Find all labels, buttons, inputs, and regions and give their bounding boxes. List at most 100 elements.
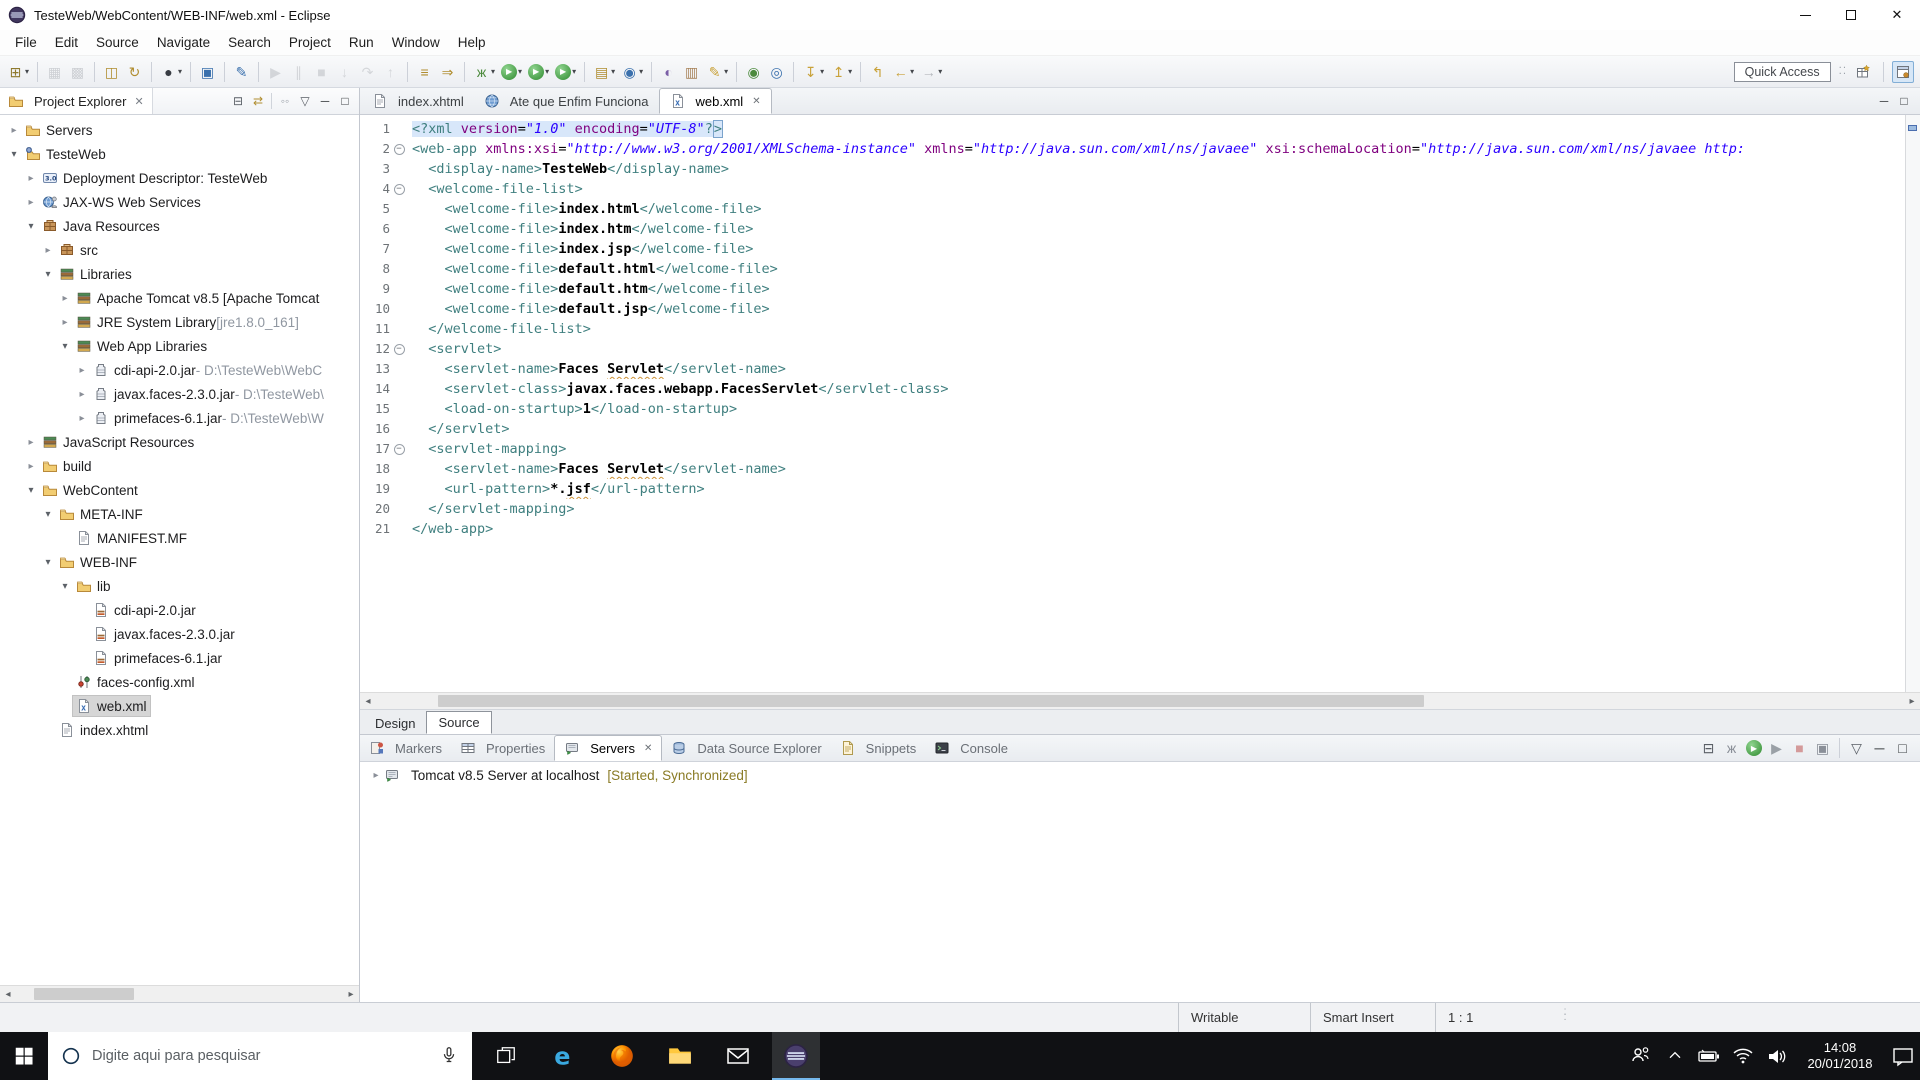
code-line-19[interactable]: 19 <url-pattern>*.jsf</url-pattern> — [360, 479, 1905, 499]
close-tab-icon[interactable]: ✕ — [752, 96, 760, 107]
tree-item-libraries[interactable]: ▾ Libraries — [0, 262, 359, 286]
dropdown-arrow-icon[interactable]: ▾ — [724, 67, 728, 76]
tree-item-servers[interactable]: ▸ Servers — [0, 118, 359, 142]
task-view-button[interactable] — [482, 1032, 530, 1080]
run-last-button[interactable]: ≡ — [414, 60, 435, 84]
close-view-icon[interactable]: ✕ — [134, 95, 143, 108]
tree-item-meta-inf[interactable]: ▾ META-INF — [0, 502, 359, 526]
firefox-icon[interactable] — [598, 1032, 646, 1080]
save-all-button[interactable]: ▩ — [67, 60, 88, 84]
code-line-17[interactable]: 17− <servlet-mapping> — [360, 439, 1905, 459]
tree-expand-icon[interactable]: ▸ — [74, 389, 90, 400]
tree-item-build[interactable]: ▸ build — [0, 454, 359, 478]
tree-item-deployment-descriptor-testeweb[interactable]: ▸ 3.0 Deployment Descriptor: TesteWeb — [0, 166, 359, 190]
tab-source[interactable]: Source — [426, 711, 492, 734]
scroll-right-icon[interactable]: ▸ — [1904, 696, 1920, 707]
code-line-11[interactable]: 11 </welcome-file-list> — [360, 319, 1905, 339]
tree-expand-icon[interactable]: ▸ — [40, 245, 56, 256]
menu-edit[interactable]: Edit — [46, 32, 87, 53]
taskbar-clock[interactable]: 14:08 20/01/2018 — [1794, 1040, 1886, 1072]
tree-expand-icon[interactable]: ▾ — [57, 341, 73, 352]
minimize-icon[interactable]: ─ — [1874, 91, 1894, 111]
web-service-button[interactable]: ◉ ▾ — [619, 60, 645, 84]
tree-item-cdi-api-2-0-jar[interactable]: cdi-api-2.0.jar — [0, 598, 359, 622]
code-line-5[interactable]: 5 <welcome-file>index.html</welcome-file… — [360, 199, 1905, 219]
fold-collapse-icon[interactable]: − — [393, 343, 405, 355]
taskbar-search-box[interactable]: Digite aqui para pesquisar — [48, 1032, 472, 1080]
export-button[interactable]: ↥ ▾ — [828, 60, 854, 84]
code-line-7[interactable]: 7 <welcome-file>index.jsp</welcome-file> — [360, 239, 1905, 259]
dropdown-arrow-icon[interactable]: ▾ — [572, 67, 576, 76]
edge-browser-icon[interactable]: e — [540, 1032, 588, 1080]
collapse-all-button[interactable]: ⊟ — [1698, 736, 1719, 760]
run-on-server-button[interactable]: ▶ ▾ — [526, 60, 551, 84]
overview-ruler[interactable] — [1905, 115, 1920, 692]
import-button[interactable]: ↧ ▾ — [800, 60, 826, 84]
microphone-icon[interactable] — [438, 1045, 460, 1067]
dropdown-arrow-icon[interactable]: ▾ — [518, 67, 522, 76]
tree-item-manifest-mf[interactable]: MANIFEST.MF — [0, 526, 359, 550]
code-line-12[interactable]: 12− <servlet> — [360, 339, 1905, 359]
tree-item-javax-faces-2-3-0-jar[interactable]: javax.faces-2.3.0.jar — [0, 622, 359, 646]
run-button[interactable]: ▶ ▾ — [499, 60, 524, 84]
tree-expand-icon[interactable]: ▸ — [74, 413, 90, 424]
fold-column[interactable]: − — [390, 339, 408, 359]
debug-button[interactable]: ж ▾ — [471, 60, 497, 84]
profile-button[interactable]: ▶ ▾ — [553, 60, 578, 84]
publish-button[interactable]: ▣ — [1812, 736, 1833, 760]
fold-collapse-icon[interactable]: − — [393, 183, 405, 195]
view-menu-icon[interactable]: ▽ — [295, 91, 315, 111]
tree-item-primefaces-6-1-jar[interactable]: ▸ primefaces-6.1.jar - D:\TesteWeb\W — [0, 406, 359, 430]
code-line-9[interactable]: 9 <welcome-file>default.htm</welcome-fil… — [360, 279, 1905, 299]
tree-item-apache-tomcat-v8-5-apache-tomcat[interactable]: ▸ Apache Tomcat v8.5 [Apache Tomcat — [0, 286, 359, 310]
quick-access-box[interactable]: Quick Access — [1733, 61, 1831, 82]
maximize-button[interactable] — [1828, 0, 1874, 30]
tab-design[interactable]: Design — [364, 713, 426, 734]
external-browser-button[interactable]: ◎ — [766, 60, 787, 84]
dropdown-arrow-icon[interactable]: ▾ — [639, 67, 643, 76]
code-line-3[interactable]: 3 <display-name>TesteWeb</display-name> — [360, 159, 1905, 179]
tree-item-web-xml[interactable]: x web.xml — [0, 694, 359, 718]
forward-button[interactable]: → ▾ — [918, 60, 944, 84]
tree-expand-icon[interactable]: ▾ — [40, 509, 56, 520]
dropdown-arrow-icon[interactable]: ▾ — [491, 67, 495, 76]
tree-expand-icon[interactable]: ▾ — [23, 221, 39, 232]
xml-source-editor[interactable]: 1 <?xml version="1.0" encoding="UTF-8"?> 2… — [360, 115, 1920, 692]
code-line-18[interactable]: 18 <servlet-name>Faces Servlet</servlet-… — [360, 459, 1905, 479]
dropdown-arrow-icon[interactable]: ▾ — [25, 67, 29, 76]
dropdown-arrow-icon[interactable]: ▾ — [910, 67, 914, 76]
dropdown-arrow-icon[interactable]: ▾ — [611, 67, 615, 76]
tree-item-src[interactable]: ▸ src — [0, 238, 359, 262]
fold-column[interactable]: − — [390, 139, 408, 159]
tree-expand-icon[interactable]: ▸ — [74, 365, 90, 376]
fold-column[interactable]: − — [390, 179, 408, 199]
scroll-right-icon[interactable]: ▸ — [343, 989, 359, 1000]
editor-tab-index-xhtml[interactable]: index.xhtml — [362, 88, 474, 114]
scroll-left-icon[interactable]: ◂ — [360, 696, 376, 707]
panel-tab-servers[interactable]: Servers ✕ — [554, 735, 663, 761]
tree-expand-icon[interactable]: ▸ — [57, 293, 73, 304]
tree-item-webcontent[interactable]: ▾ WebContent — [0, 478, 359, 502]
maximize-icon[interactable]: □ — [1894, 91, 1914, 111]
save-button[interactable]: ▦ — [44, 60, 65, 84]
code-line-4[interactable]: 4− <welcome-file-list> — [360, 179, 1905, 199]
highlight-button[interactable]: ✎ ▾ — [704, 60, 730, 84]
close-tab-icon[interactable]: ✕ — [644, 743, 652, 754]
tree-expand-icon[interactable]: ▾ — [57, 581, 73, 592]
start-button[interactable] — [0, 1032, 48, 1080]
suspend-button[interactable]: ∥ — [288, 60, 309, 84]
tree-item-testeweb[interactable]: ▾ TesteWeb — [0, 142, 359, 166]
panel-tab-properties[interactable]: Properties — [451, 735, 554, 761]
tree-item-java-resources[interactable]: ▾ Java Resources — [0, 214, 359, 238]
tree-item-cdi-api-2-0-jar[interactable]: ▸ cdi-api-2.0.jar - D:\TesteWeb\WebC — [0, 358, 359, 382]
server-row[interactable]: ▸ Tomcat v8.5 Server at localhost [Start… — [360, 762, 1920, 788]
start-server-button[interactable]: ▶ — [1744, 736, 1764, 760]
minimize-button[interactable]: ─ — [1869, 736, 1890, 760]
tree-item-faces-config-xml[interactable]: faces-config.xml — [0, 670, 359, 694]
maximize-button[interactable]: □ — [1892, 736, 1913, 760]
menu-navigate[interactable]: Navigate — [148, 32, 219, 53]
code-line-20[interactable]: 20 </servlet-mapping> — [360, 499, 1905, 519]
hidden-icons-chevron-icon[interactable] — [1658, 1032, 1692, 1080]
editor-tab-web-xml[interactable]: x web.xml ✕ — [658, 88, 772, 114]
code-line-16[interactable]: 16 </servlet> — [360, 419, 1905, 439]
